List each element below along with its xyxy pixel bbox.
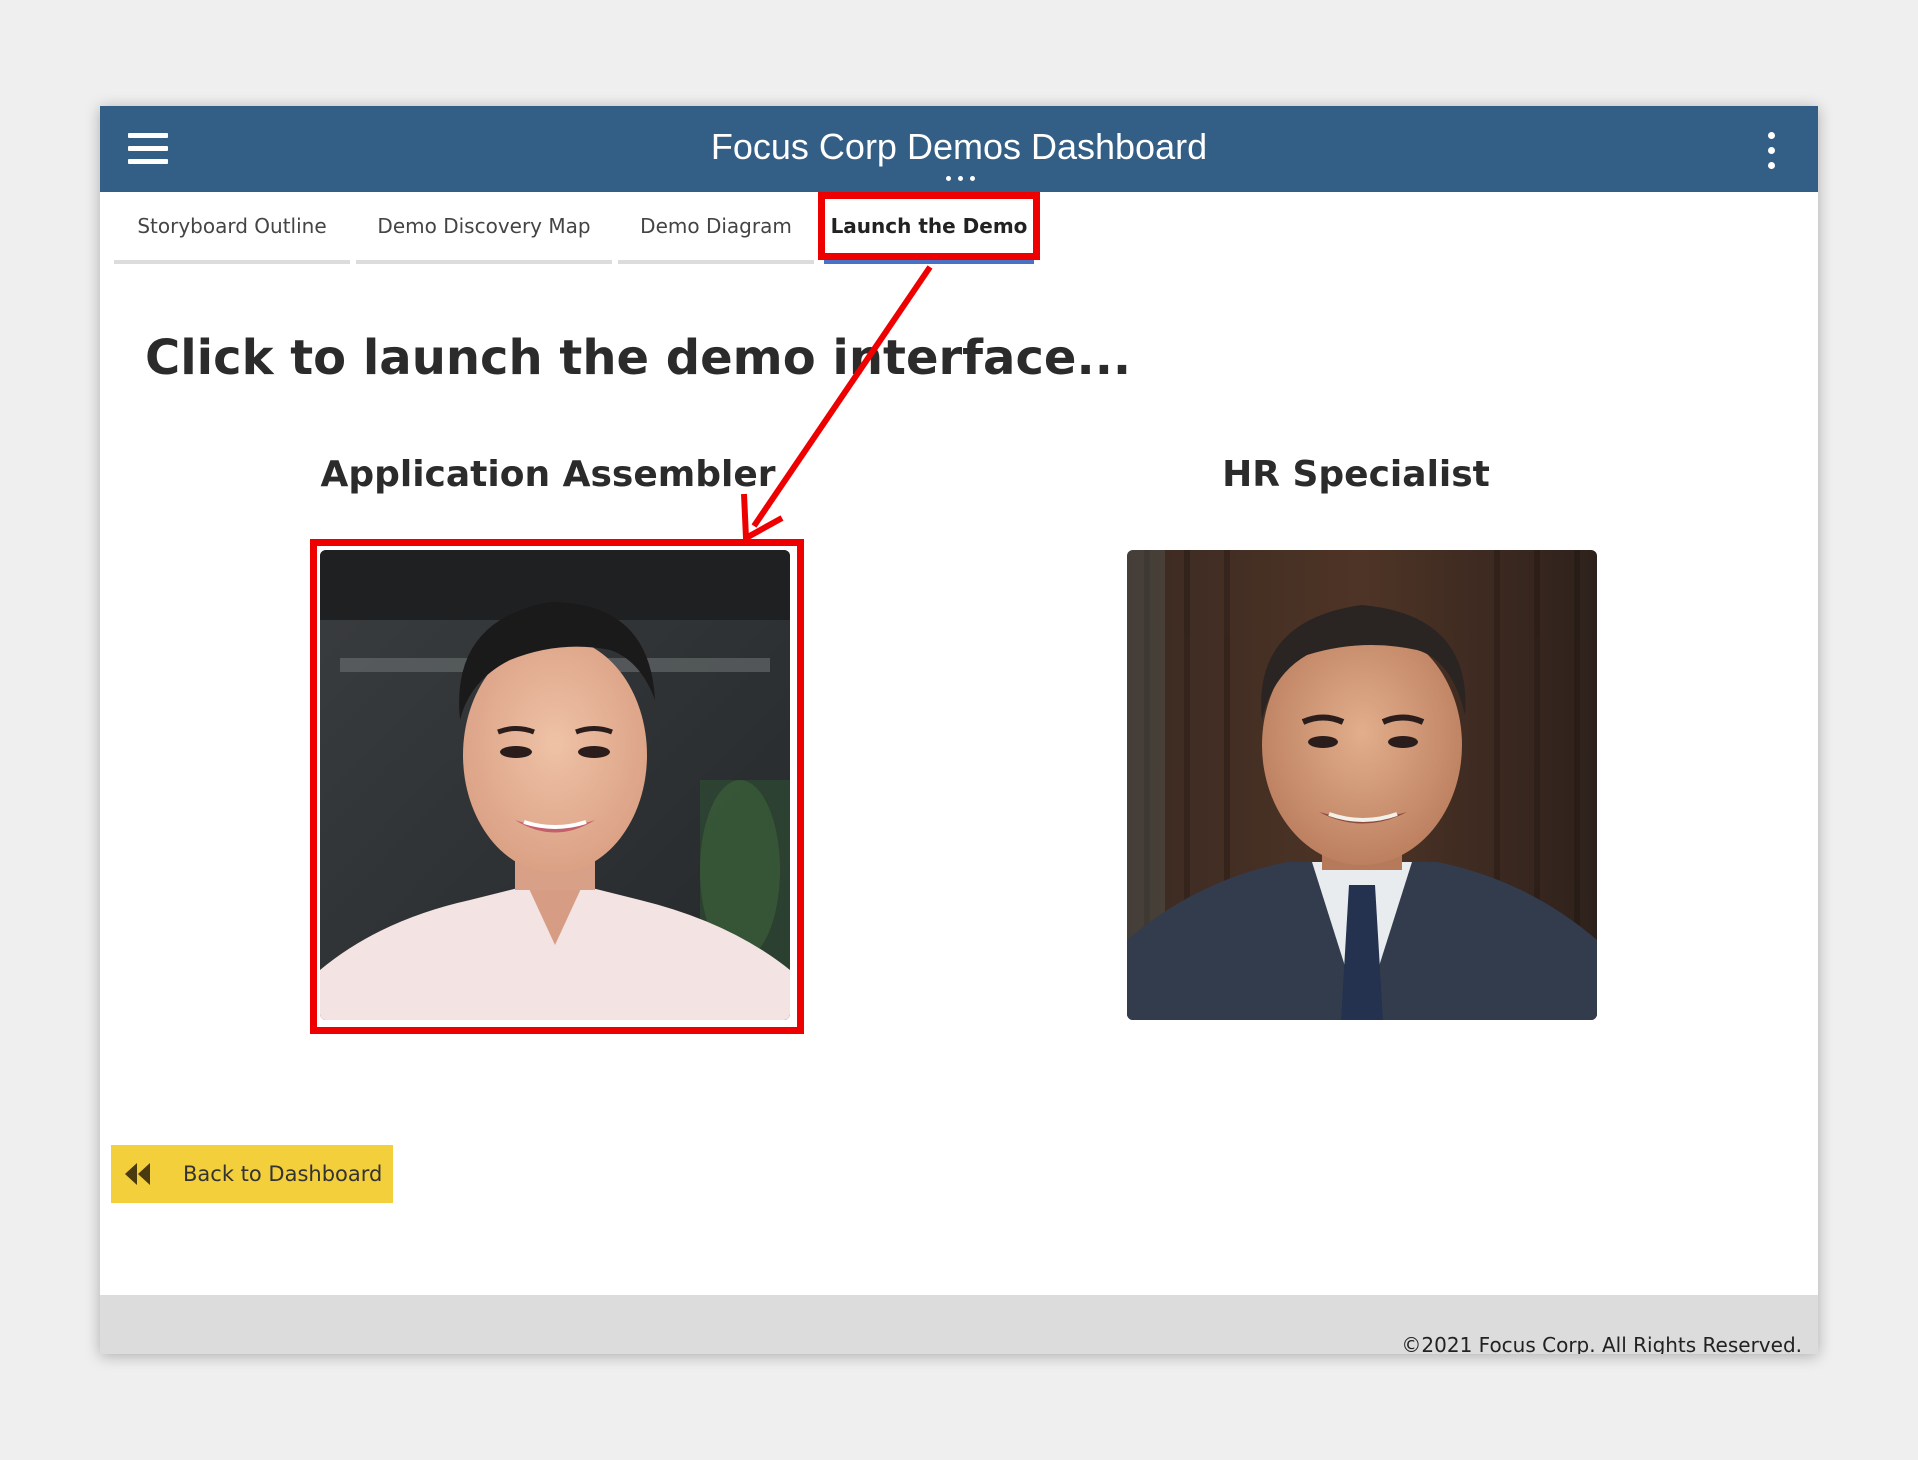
persona-title-application-assembler: Application Assembler xyxy=(320,454,776,495)
double-chevron-left-icon xyxy=(125,1163,150,1185)
copyright-text: ©2021 Focus Corp. All Rights Reserved. xyxy=(1401,1333,1802,1354)
footer: ©2021 Focus Corp. All Rights Reserved. xyxy=(100,1295,1818,1354)
man-portrait-image xyxy=(1127,550,1597,1020)
woman-portrait-image xyxy=(320,550,790,1020)
persona-title-hr-specialist: HR Specialist xyxy=(1222,454,1490,495)
app-window: Focus Corp Demos Dashboard Storyboard Ou… xyxy=(100,106,1818,1354)
woman-portrait-photo[interactable] xyxy=(320,550,790,1020)
tab-demo-discovery-map[interactable]: Demo Discovery Map xyxy=(356,192,612,264)
back-to-dashboard-button[interactable]: Back to Dashboard xyxy=(111,1145,393,1203)
tab-launch-the-demo[interactable]: Launch the Demo xyxy=(824,192,1034,264)
tab-demo-diagram[interactable]: Demo Diagram xyxy=(618,192,814,264)
tab-bar: Storyboard Outline Demo Discovery Map De… xyxy=(114,192,1114,264)
top-bar: Focus Corp Demos Dashboard xyxy=(100,106,1818,192)
tab-storyboard-outline[interactable]: Storyboard Outline xyxy=(114,192,350,264)
man-portrait-photo[interactable] xyxy=(1127,550,1597,1020)
back-to-dashboard-label: Back to Dashboard xyxy=(183,1162,383,1186)
app-title: Focus Corp Demos Dashboard xyxy=(710,126,1208,167)
title-more-dots-icon[interactable] xyxy=(946,176,976,182)
page-heading: Click to launch the demo interface... xyxy=(145,330,1132,386)
kebab-menu-icon[interactable] xyxy=(1768,132,1776,170)
